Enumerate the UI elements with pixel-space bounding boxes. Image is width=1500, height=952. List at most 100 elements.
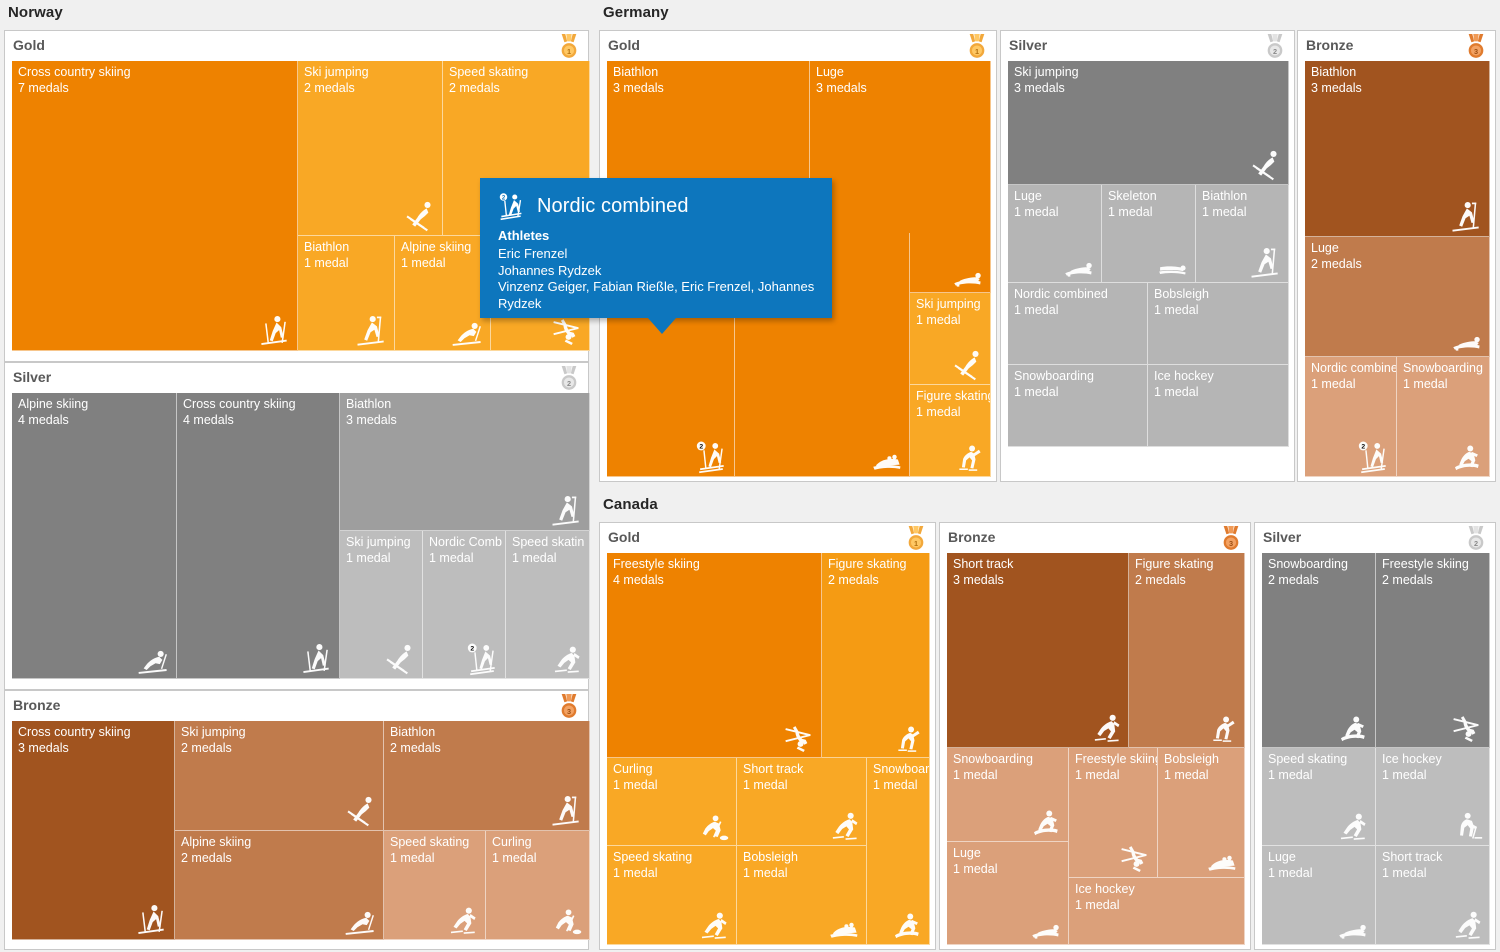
group-germany-bronze[interactable]: Bronze 3 Biathlon 3 medals Luge 2 medals bbox=[1297, 30, 1496, 482]
tooltip-pointer bbox=[648, 318, 676, 334]
group-norway-silver[interactable]: Silver 2 Alpine skiing 4 medals Cross co… bbox=[4, 362, 590, 690]
tile[interactable]: Alpine skiing 2 medals bbox=[175, 831, 384, 940]
tile[interactable]: Biathlon 2 medals bbox=[384, 721, 590, 831]
group-label: Gold bbox=[608, 529, 640, 545]
tile[interactable]: Nordic combine 1 medal 2 bbox=[1305, 357, 1397, 477]
svg-text:1: 1 bbox=[914, 539, 918, 548]
luge-icon bbox=[948, 256, 986, 290]
group-norway-bronze[interactable]: Bronze 3 Cross country skiing 3 medals S… bbox=[4, 690, 590, 950]
tile[interactable]: Biathlon 1 medal bbox=[298, 236, 395, 351]
tile-value: 1 medal bbox=[1268, 768, 1313, 782]
speed-skating-icon bbox=[1333, 809, 1371, 843]
tile-name: Luge bbox=[816, 65, 844, 79]
alpine-skiing-icon bbox=[134, 642, 172, 676]
tile[interactable]: Nordic Comb 1 medal 2 bbox=[423, 531, 506, 679]
group-canada-silver[interactable]: Silver 2 Snowboarding 2 medals Freestyle… bbox=[1254, 522, 1496, 950]
tooltip-header: 2 Nordic combined bbox=[496, 191, 689, 221]
tile[interactable]: Ski jumping 2 medals bbox=[298, 61, 443, 236]
tile[interactable]: Snowboarding 1 medal bbox=[1008, 365, 1148, 447]
sport-tooltip: 2 Nordic combined Athletes Eric Frenzel … bbox=[480, 178, 832, 334]
tile-value: 2 medals bbox=[390, 741, 441, 755]
short-track-icon bbox=[824, 809, 862, 843]
tile[interactable]: Luge 1 medal bbox=[1008, 185, 1102, 283]
tile-value: 1 medal bbox=[1202, 205, 1247, 219]
tile-value: 1 medal bbox=[953, 862, 998, 876]
tile-name: Speed skating bbox=[613, 850, 693, 864]
tile[interactable]: Ski jumping 3 medals bbox=[1008, 61, 1289, 185]
tile[interactable]: Luge 1 medal bbox=[947, 842, 1069, 945]
tile[interactable]: Ice hockey 1 medal bbox=[1376, 748, 1490, 846]
tile[interactable]: Luge 1 medal bbox=[1262, 846, 1376, 945]
tile[interactable]: Ski jumping 2 medals bbox=[175, 721, 384, 831]
group-label: Bronze bbox=[13, 697, 61, 713]
tile[interactable]: Figure skating 2 medals bbox=[822, 553, 930, 758]
tile[interactable]: Biathlon 3 medals bbox=[340, 393, 590, 531]
tile[interactable]: Curling 1 medal bbox=[486, 831, 590, 940]
tile[interactable]: Freestyle skiing 2 medals bbox=[1376, 553, 1490, 748]
silver-medal-icon: 2 bbox=[1264, 34, 1286, 59]
tile[interactable]: Biathlon 3 medals bbox=[1305, 61, 1490, 237]
tile[interactable]: Ice hockey 1 medal bbox=[1148, 365, 1289, 447]
tile[interactable]: Snowboarding 1 medal bbox=[947, 748, 1069, 842]
tile[interactable]: Alpine skiing 1 medal bbox=[395, 236, 491, 351]
tile-value: 2 medals bbox=[1268, 573, 1319, 587]
tile-name: Cross country skiing bbox=[183, 397, 296, 411]
group-germany-silver[interactable]: Silver 2 Ski jumping 3 medals Luge 1 med… bbox=[1000, 30, 1295, 482]
tile[interactable]: Nordic combined 1 medal bbox=[1008, 283, 1148, 365]
tile[interactable]: Ice hockey 1 medal bbox=[1069, 878, 1245, 945]
tile[interactable]: Cross country skiing 3 medals bbox=[12, 721, 175, 940]
bronze-medal-icon: 3 bbox=[558, 694, 580, 719]
tile[interactable]: Bobsleigh 1 medal bbox=[1158, 748, 1245, 878]
tile-value: 2 medals bbox=[449, 81, 500, 95]
figure-skating-icon bbox=[887, 721, 925, 755]
athlete-line: Johannes Rydzek bbox=[498, 262, 602, 278]
tile[interactable]: Luge 2 medals bbox=[1305, 237, 1490, 357]
tile[interactable]: Bobsleigh 1 medal bbox=[1148, 283, 1289, 365]
tile[interactable]: Skeleton 1 medal bbox=[1102, 185, 1196, 283]
tile-value: 1 medal bbox=[916, 313, 961, 327]
tile[interactable]: Biathlon 1 medal bbox=[1196, 185, 1289, 283]
group-label: Silver bbox=[1263, 529, 1302, 545]
tile-name: Cross country skiing bbox=[18, 725, 131, 739]
tile-name: Curling bbox=[613, 762, 653, 776]
snowboarding-icon bbox=[887, 908, 925, 942]
tile[interactable]: Freestyle skiing 4 medals bbox=[607, 553, 822, 758]
tile[interactable]: Short track 3 medals bbox=[947, 553, 1129, 748]
ski-jumping-icon bbox=[341, 794, 379, 828]
tile[interactable]: Freestyle skiing 1 medal bbox=[1069, 748, 1158, 878]
tile-name: Luge bbox=[953, 846, 981, 860]
tile-name: Cross country skiing bbox=[18, 65, 131, 79]
tile-value: 4 medals bbox=[183, 413, 234, 427]
tile[interactable]: Snowboar 1 medal bbox=[867, 758, 930, 945]
tile[interactable]: Cross country skiing 4 medals bbox=[177, 393, 340, 679]
tile[interactable]: Short track 1 medal bbox=[737, 758, 867, 846]
tile[interactable]: Figure skating 2 medals bbox=[1129, 553, 1245, 748]
group-canada-bronze[interactable]: Bronze 3 Short track 3 medals Figure ska… bbox=[939, 522, 1251, 950]
tile-value: 3 medals bbox=[953, 573, 1004, 587]
nordic-combined-icon: 2 bbox=[692, 440, 730, 474]
tile[interactable]: Speed skatin 1 medal bbox=[506, 531, 590, 679]
tile[interactable]: Speed skating 1 medal bbox=[1262, 748, 1376, 846]
tile[interactable]: Figure skating 1 medal bbox=[910, 385, 991, 477]
tile[interactable]: Short track 1 medal bbox=[1376, 846, 1490, 945]
tile[interactable]: Curling 1 medal bbox=[607, 758, 737, 846]
tile[interactable]: Cross country skiing 7 medals bbox=[12, 61, 298, 351]
gold-medal-icon: 1 bbox=[558, 34, 580, 59]
tile[interactable]: Bobsleigh 1 medal bbox=[737, 846, 867, 945]
cross-country-skiing-icon bbox=[297, 642, 335, 676]
group-canada-gold[interactable]: Gold 1 Freestyle skiing 4 medals Figure … bbox=[599, 522, 936, 950]
tile[interactable]: Alpine skiing 4 medals bbox=[12, 393, 177, 679]
tile[interactable]: Snowboarding 2 medals bbox=[1262, 553, 1376, 748]
tile-value: 2 medals bbox=[828, 573, 879, 587]
tile[interactable]: Ski jumping 1 medal bbox=[910, 293, 991, 385]
tile[interactable]: Ski jumping 1 medal bbox=[340, 531, 423, 679]
tile-value: 1 medal bbox=[512, 551, 557, 565]
tile-value: 4 medals bbox=[18, 413, 69, 427]
snowboarding-icon bbox=[1026, 805, 1064, 839]
tile-value: 1 medal bbox=[1075, 898, 1120, 912]
tile[interactable]: Snowboarding 1 medal bbox=[1397, 357, 1490, 477]
tile[interactable]: Speed skating 1 medal bbox=[384, 831, 486, 940]
tile-name: Biathlon bbox=[304, 240, 350, 254]
tile-value: 1 medal bbox=[1108, 205, 1153, 219]
tile[interactable]: Speed skating 1 medal bbox=[607, 846, 737, 945]
